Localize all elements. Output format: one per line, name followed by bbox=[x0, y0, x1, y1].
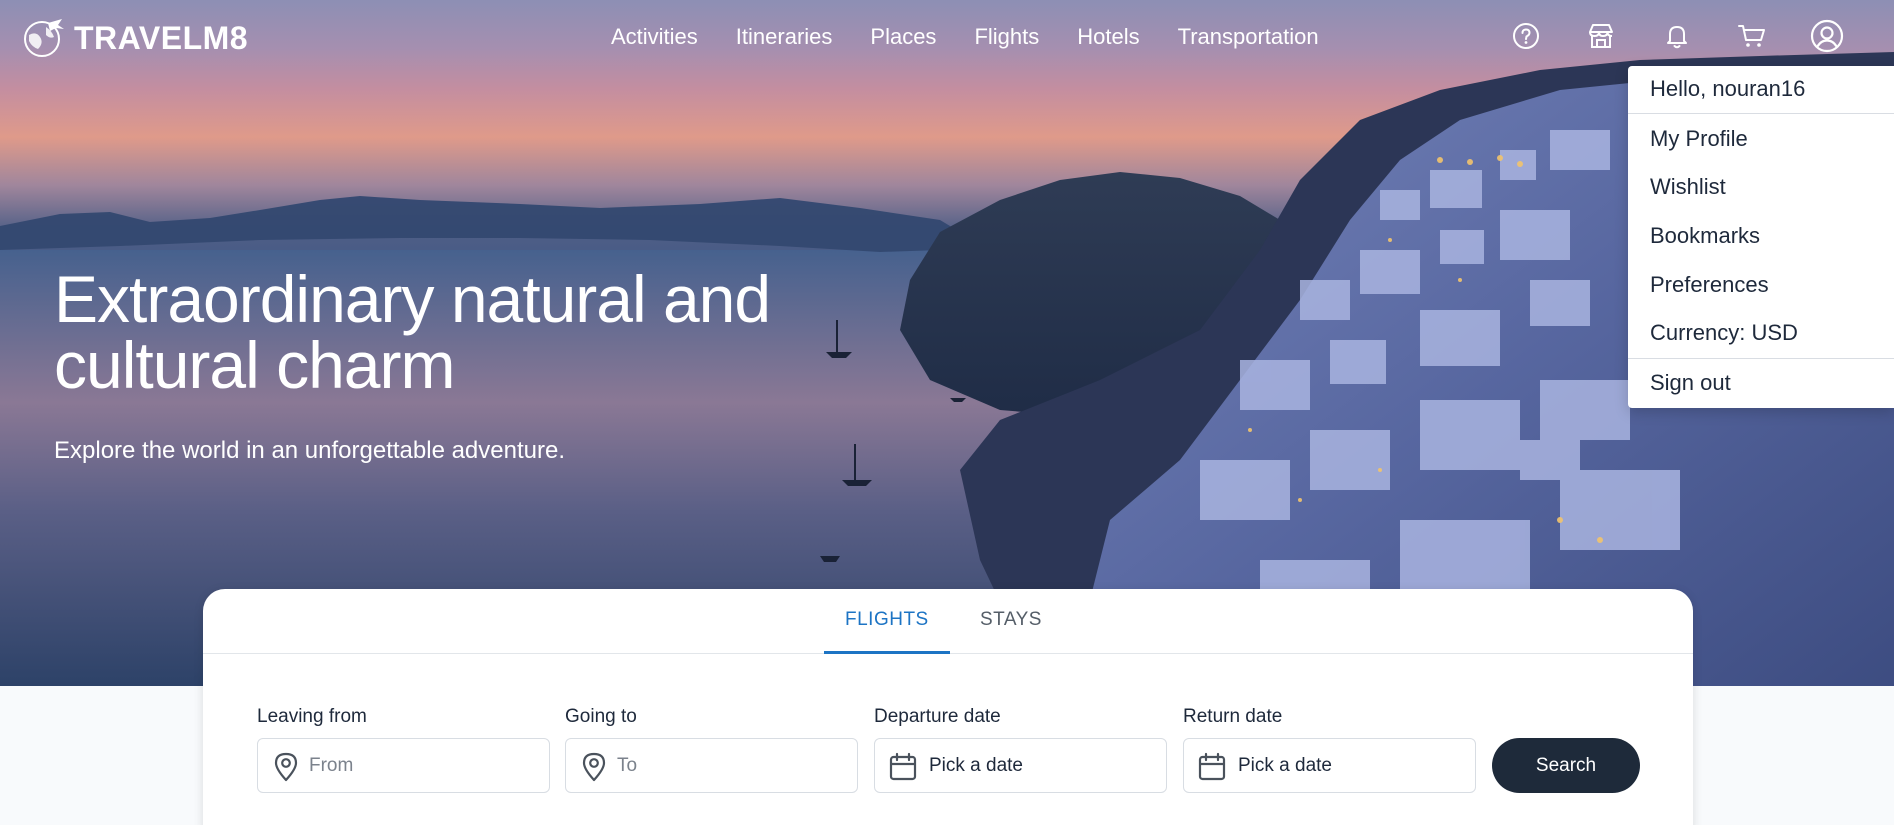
leaving-from-input[interactable]: From bbox=[257, 738, 550, 793]
nav-icon-group bbox=[0, 19, 1894, 59]
user-circle-icon[interactable] bbox=[1810, 19, 1844, 53]
menu-item-my-profile[interactable]: My Profile bbox=[1650, 126, 1748, 152]
calendar-icon bbox=[1196, 751, 1228, 783]
going-to-placeholder: To bbox=[617, 755, 638, 776]
cart-icon[interactable] bbox=[1735, 19, 1769, 53]
leaving-from-label: Leaving from bbox=[257, 706, 367, 727]
hero-subtitle: Explore the world in an unforgettable ad… bbox=[54, 437, 565, 464]
return-date-value: Pick a date bbox=[1238, 755, 1332, 776]
return-date-label: Return date bbox=[1183, 706, 1283, 727]
going-to-input[interactable]: To bbox=[565, 738, 858, 793]
help-icon[interactable] bbox=[1509, 19, 1543, 53]
store-icon[interactable] bbox=[1584, 19, 1618, 53]
bell-icon[interactable] bbox=[1660, 19, 1694, 53]
map-pin-icon bbox=[578, 751, 610, 783]
active-tab-indicator bbox=[824, 651, 950, 654]
tab-flights[interactable]: FLIGHTS bbox=[845, 609, 929, 631]
menu-divider bbox=[1628, 358, 1894, 359]
user-greeting: Hello, nouran16 bbox=[1650, 76, 1806, 101]
departure-date-picker[interactable]: Pick a date bbox=[874, 738, 1167, 793]
departure-date-value: Pick a date bbox=[929, 755, 1023, 776]
search-button[interactable]: Search bbox=[1492, 738, 1640, 793]
menu-item-sign-out[interactable]: Sign out bbox=[1650, 370, 1731, 396]
departure-date-label: Departure date bbox=[874, 706, 1001, 727]
leaving-from-placeholder: From bbox=[309, 755, 354, 776]
going-to-label: Going to bbox=[565, 706, 637, 727]
hero-title: Extraordinary natural and cultural charm bbox=[54, 262, 771, 402]
menu-item-bookmarks[interactable]: Bookmarks bbox=[1650, 223, 1760, 249]
user-dropdown-menu: Hello, nouran16 My Profile Wishlist Book… bbox=[1628, 66, 1894, 408]
menu-item-preferences[interactable]: Preferences bbox=[1650, 272, 1769, 298]
search-tabs: FLIGHTS STAYS bbox=[203, 589, 1693, 654]
menu-divider bbox=[1628, 113, 1894, 114]
map-pin-icon bbox=[270, 751, 302, 783]
top-navbar: TRAVELM8 Activities Itineraries Places F… bbox=[0, 0, 1894, 76]
menu-item-currency[interactable]: Currency: USD bbox=[1650, 320, 1798, 346]
menu-item-wishlist[interactable]: Wishlist bbox=[1650, 174, 1726, 200]
return-date-picker[interactable]: Pick a date bbox=[1183, 738, 1476, 793]
calendar-icon bbox=[887, 751, 919, 783]
tab-stays[interactable]: STAYS bbox=[980, 609, 1042, 631]
search-card: FLIGHTS STAYS Leaving from From Going to… bbox=[203, 589, 1693, 825]
